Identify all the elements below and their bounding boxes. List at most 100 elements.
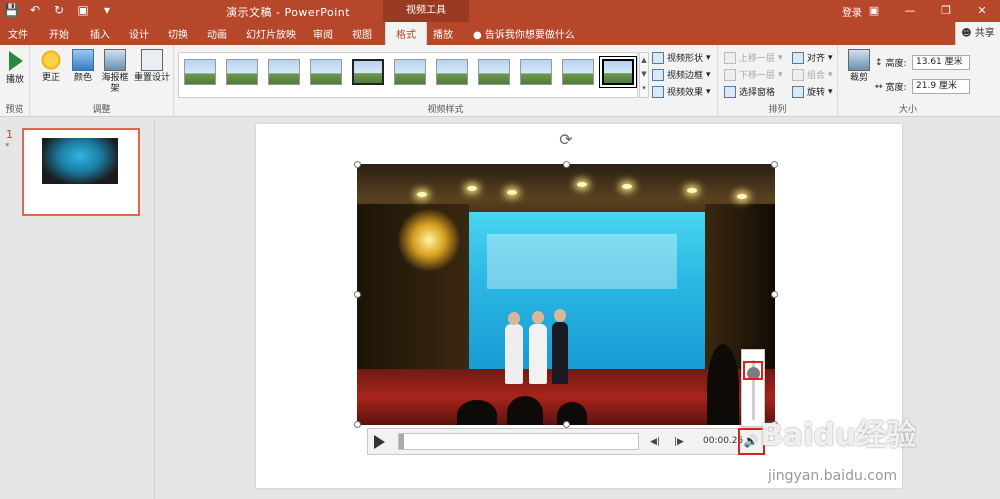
corrections-label: 更正 [41, 73, 60, 83]
video-scene [687, 188, 697, 193]
undo-icon[interactable]: ↶ [28, 3, 42, 17]
resize-handle[interactable] [771, 161, 778, 168]
tab-insert[interactable]: 插入 [90, 26, 110, 41]
rotate-button[interactable]: 旋转 ▾ [792, 85, 833, 98]
poster-frame-icon [104, 49, 126, 71]
resize-handle[interactable] [563, 161, 570, 168]
width-field[interactable]: 21.9 厘米 [912, 79, 970, 94]
slide-thumbnail[interactable] [22, 128, 140, 216]
ribbon-display-icon[interactable]: ▣ [856, 0, 892, 22]
align-button[interactable]: 对齐 ▾ [792, 51, 833, 64]
group-button[interactable]: 组合 ▾ [792, 68, 833, 81]
tab-design[interactable]: 设计 [129, 26, 149, 41]
resize-handle[interactable] [354, 421, 361, 428]
tell-me-box[interactable]: ● 告诉我你想要做什么 [473, 26, 575, 41]
tab-file[interactable]: 文件 [8, 26, 28, 41]
video-style-thumb[interactable] [268, 59, 300, 85]
video-border-icon [652, 68, 664, 81]
video-style-thumb[interactable] [478, 59, 510, 85]
video-style-thumb[interactable] [226, 59, 258, 85]
height-field[interactable]: 13.61 厘米 [912, 55, 970, 70]
video-scene [577, 182, 587, 187]
video-scene [457, 400, 497, 425]
tab-review[interactable]: 审阅 [313, 26, 333, 41]
video-style-thumb[interactable] [394, 59, 426, 85]
send-backward-icon [724, 68, 736, 81]
present-icon[interactable]: ▣ [76, 3, 90, 17]
tab-transitions[interactable]: 切换 [168, 26, 188, 41]
video-style-thumb[interactable] [436, 59, 468, 85]
slide-animation-star: * [5, 142, 10, 152]
tab-format[interactable]: 格式 [385, 22, 427, 45]
video-style-thumb[interactable] [352, 59, 384, 85]
play-button[interactable]: 播放 [3, 49, 27, 86]
minimize-icon[interactable]: — [892, 0, 928, 22]
customize-icon[interactable]: ▾ [100, 3, 114, 17]
group-icon [792, 68, 804, 81]
share-label: 共享 [974, 28, 995, 39]
bring-forward-button[interactable]: 上移一层 ▾ [724, 51, 783, 64]
bring-forward-label: 上移一层 [739, 54, 776, 64]
video-frame[interactable] [357, 164, 775, 425]
reset-icon [141, 49, 163, 71]
tab-home[interactable]: 开始 [49, 26, 69, 41]
video-scene [554, 309, 566, 322]
tell-me-text: 告诉我你想要做什么 [484, 30, 575, 41]
video-border-button[interactable]: 视频边框 ▾ [652, 68, 711, 81]
close-icon[interactable]: ✕ [964, 0, 1000, 22]
video-shape-button[interactable]: 视频形状 ▾ [652, 51, 711, 64]
video-scene [622, 184, 632, 189]
resize-handle[interactable] [771, 291, 778, 298]
video-style-thumb-selected[interactable] [599, 56, 637, 88]
resize-handle[interactable] [354, 161, 361, 168]
lightbulb-icon: ● [473, 30, 485, 41]
video-scene [552, 322, 568, 384]
video-effects-button[interactable]: 视频效果 ▾ [652, 85, 711, 98]
width-value: 21.9 厘米 [916, 81, 957, 91]
seek-handle[interactable] [399, 434, 404, 449]
group-preview: 播放 预览 [0, 45, 30, 117]
step-forward-icon[interactable]: |▶ [674, 437, 684, 447]
slides-pane: 1 * [0, 118, 155, 499]
scroll-down-icon[interactable]: ▼ [641, 70, 646, 78]
poster-frame-button[interactable]: 海报框架 [100, 49, 130, 95]
reset-design-label: 重置设计 [133, 73, 170, 83]
crop-button[interactable]: 裁剪 [844, 49, 874, 84]
color-button[interactable]: 颜色 [68, 49, 98, 84]
bring-forward-icon [724, 51, 736, 64]
ribbon-tabs: 文件 开始 插入 设计 切换 动画 幻灯片放映 审阅 视图 格式 播放 ● 告诉… [0, 22, 1000, 45]
rotate-handle-icon[interactable]: ⟳ [557, 131, 575, 149]
corrections-button[interactable]: 更正 [36, 49, 66, 84]
play-pause-icon[interactable] [374, 435, 385, 449]
group-adjust: 更正 颜色 海报框架 重置设计 调整 [30, 45, 174, 117]
video-effects-icon [652, 85, 664, 98]
video-style-thumb[interactable] [520, 59, 552, 85]
save-icon[interactable]: 💾 [4, 3, 19, 17]
tab-animations[interactable]: 动画 [207, 26, 227, 41]
send-backward-button[interactable]: 下移一层 ▾ [724, 68, 783, 81]
scroll-up-icon[interactable]: ▲ [641, 56, 646, 64]
maximize-icon[interactable]: ❐ [928, 0, 964, 22]
media-control-bar: ◀| |▶ 00:00.25 🔊 [367, 428, 764, 455]
video-scene [397, 208, 461, 272]
more-icon[interactable]: ▾ [642, 84, 646, 92]
height-icon: ↕ [875, 57, 883, 68]
video-style-thumb[interactable] [562, 59, 594, 85]
step-back-icon[interactable]: ◀| [650, 437, 660, 447]
video-scene [417, 192, 427, 197]
tab-playback[interactable]: 播放 [433, 26, 453, 41]
video-style-thumb[interactable] [184, 59, 216, 85]
tab-slideshow[interactable]: 幻灯片放映 [246, 26, 296, 41]
resize-handle[interactable] [563, 421, 570, 428]
redo-icon[interactable]: ↻ [52, 3, 66, 17]
selection-pane-button[interactable]: 选择窗格 [724, 85, 775, 98]
seek-bar[interactable] [398, 433, 639, 450]
tab-view[interactable]: 视图 [352, 26, 372, 41]
selection-pane-label: 选择窗格 [739, 88, 776, 98]
video-style-thumb[interactable] [310, 59, 342, 85]
reset-design-button[interactable]: 重置设计 [132, 49, 172, 84]
resize-handle[interactable] [354, 291, 361, 298]
share-button[interactable]: ☻ 共享 [955, 22, 1000, 45]
video-scene [529, 324, 547, 384]
gallery-scroll[interactable]: ▲ ▼ ▾ [639, 52, 649, 98]
